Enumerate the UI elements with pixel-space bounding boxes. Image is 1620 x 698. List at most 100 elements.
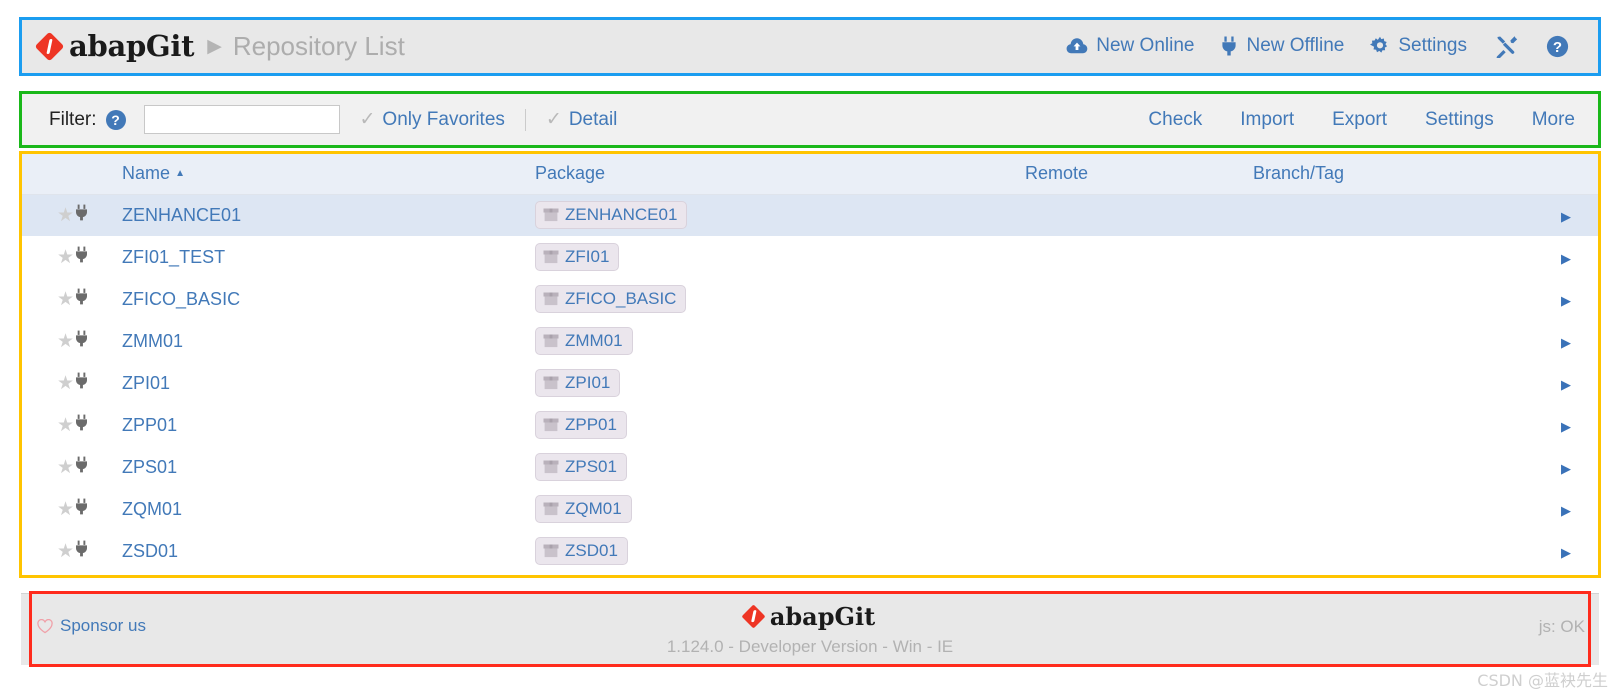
chevron-right-icon[interactable]: ▶ — [1561, 251, 1571, 266]
go-cell[interactable]: ▶ — [1553, 194, 1599, 236]
go-cell[interactable]: ▶ — [1553, 488, 1599, 530]
repo-name-cell[interactable]: ZPS01 — [112, 446, 535, 488]
go-cell[interactable]: ▶ — [1553, 530, 1599, 572]
package-cell[interactable]: ZFICO_BASIC — [535, 278, 1025, 320]
star-icon[interactable]: ★ — [57, 541, 74, 562]
package-cell[interactable]: ZENHANCE01 — [535, 194, 1025, 236]
column-package[interactable]: Package — [535, 153, 1025, 195]
table-row[interactable]: ★ ZFICO_BASIC ZFICO_BASIC ▶ — [21, 278, 1599, 320]
chevron-right-icon[interactable]: ▶ — [1561, 293, 1571, 308]
star-icon[interactable]: ★ — [57, 415, 74, 436]
go-cell[interactable]: ▶ — [1553, 320, 1599, 362]
new-online-button[interactable]: New Online — [1053, 35, 1207, 57]
go-cell[interactable]: ▶ — [1553, 236, 1599, 278]
repo-name-cell[interactable]: ZPP01 — [112, 404, 535, 446]
repo-name-cell[interactable]: ZMM01 — [112, 320, 535, 362]
package-badge[interactable]: ZPI01 — [535, 369, 621, 397]
table-row[interactable]: ★ ZENHANCE01 ZENHANCE01 ▶ — [21, 194, 1599, 236]
repo-name-link[interactable]: ZFICO_BASIC — [122, 289, 240, 309]
repo-name-cell[interactable]: ZSD01 — [112, 530, 535, 572]
settings-button[interactable]: Settings — [1406, 109, 1513, 131]
favorite-cell[interactable]: ★ — [21, 320, 74, 362]
package-cell[interactable]: ZPP01 — [535, 404, 1025, 446]
chevron-right-icon[interactable]: ▶ — [1561, 545, 1571, 560]
tools-button[interactable] — [1480, 34, 1532, 59]
table-row[interactable]: ★ ZQM01 ZQM01 ▶ — [21, 488, 1599, 530]
table-row[interactable]: ★ ZPS01 ZPS01 ▶ — [21, 446, 1599, 488]
new-offline-button[interactable]: New Offline — [1207, 35, 1357, 57]
column-branch-tag[interactable]: Branch/Tag — [1253, 153, 1553, 195]
package-badge[interactable]: ZQM01 — [535, 495, 632, 523]
filter-help-icon[interactable]: ? — [105, 109, 126, 130]
package-badge[interactable]: ZMM01 — [535, 327, 633, 355]
import-button[interactable]: Import — [1221, 109, 1313, 131]
more-button[interactable]: More — [1513, 109, 1583, 131]
repo-name-link[interactable]: ZPP01 — [122, 415, 177, 435]
check-button[interactable]: Check — [1129, 109, 1221, 131]
chevron-right-icon[interactable]: ▶ — [1561, 377, 1571, 392]
star-icon[interactable]: ★ — [57, 457, 74, 478]
package-cell[interactable]: ZPS01 — [535, 446, 1025, 488]
chevron-right-icon[interactable]: ▶ — [1561, 209, 1571, 224]
table-row[interactable]: ★ ZPP01 ZPP01 ▶ — [21, 404, 1599, 446]
package-cell[interactable]: ZFI01 — [535, 236, 1025, 278]
star-icon[interactable]: ★ — [57, 205, 74, 226]
repo-name-cell[interactable]: ZFI01_TEST — [112, 236, 535, 278]
package-badge[interactable]: ZFI01 — [535, 243, 620, 271]
repo-name-link[interactable]: ZPI01 — [122, 373, 170, 393]
package-cell[interactable]: ZSD01 — [535, 530, 1025, 572]
package-cell[interactable]: ZQM01 — [535, 488, 1025, 530]
header-settings-button[interactable]: Settings — [1357, 35, 1480, 57]
export-button[interactable]: Export — [1313, 109, 1406, 131]
package-badge[interactable]: ZPS01 — [535, 453, 627, 481]
star-icon[interactable]: ★ — [57, 331, 74, 352]
app-brand[interactable]: abapGit — [34, 29, 195, 63]
go-cell[interactable]: ▶ — [1553, 278, 1599, 320]
chevron-right-icon[interactable]: ▶ — [1561, 503, 1571, 518]
go-cell[interactable]: ▶ — [1553, 362, 1599, 404]
favorite-cell[interactable]: ★ — [21, 530, 74, 572]
help-button[interactable]: ? — [1532, 35, 1583, 58]
favorite-cell[interactable]: ★ — [21, 278, 74, 320]
go-cell[interactable]: ▶ — [1553, 446, 1599, 488]
chevron-right-icon[interactable]: ▶ — [1561, 335, 1571, 350]
package-badge[interactable]: ZFICO_BASIC — [535, 285, 687, 313]
package-cell[interactable]: ZPI01 — [535, 362, 1025, 404]
star-icon[interactable]: ★ — [57, 289, 74, 310]
filter-input[interactable] — [143, 105, 340, 134]
package-badge[interactable]: ZPP01 — [535, 411, 627, 439]
only-favorites-toggle[interactable]: ✓ Only Favorites — [360, 109, 505, 131]
column-name[interactable]: Name ▲ — [112, 153, 535, 195]
package-cell[interactable]: ZMM01 — [535, 320, 1025, 362]
chevron-right-icon[interactable]: ▶ — [1561, 461, 1571, 476]
detail-toggle[interactable]: ✓ Detail — [546, 109, 618, 131]
repo-name-cell[interactable]: ZFICO_BASIC — [112, 278, 535, 320]
favorite-cell[interactable]: ★ — [21, 236, 74, 278]
favorite-cell[interactable]: ★ — [21, 404, 74, 446]
favorite-cell[interactable]: ★ — [21, 194, 75, 236]
star-icon[interactable]: ★ — [57, 247, 74, 268]
favorite-cell[interactable]: ★ — [21, 362, 74, 404]
repo-name-link[interactable]: ZFI01_TEST — [122, 247, 225, 267]
chevron-right-icon[interactable]: ▶ — [1561, 419, 1571, 434]
repo-name-cell[interactable]: ZQM01 — [112, 488, 535, 530]
go-cell[interactable]: ▶ — [1553, 404, 1599, 446]
favorite-cell[interactable]: ★ — [21, 488, 74, 530]
repo-name-link[interactable]: ZSD01 — [122, 541, 178, 561]
repo-name-link[interactable]: ZPS01 — [122, 457, 177, 477]
star-icon[interactable]: ★ — [57, 499, 74, 520]
repo-name-link[interactable]: ZENHANCE01 — [122, 205, 241, 225]
table-row[interactable]: ★ ZFI01_TEST ZFI01 ▶ — [21, 236, 1599, 278]
package-badge[interactable]: ZSD01 — [535, 537, 628, 565]
column-remote[interactable]: Remote — [1025, 153, 1253, 195]
repo-name-cell[interactable]: ZPI01 — [112, 362, 535, 404]
repo-name-link[interactable]: ZMM01 — [122, 331, 183, 351]
star-icon[interactable]: ★ — [57, 373, 74, 394]
table-row[interactable]: ★ ZSD01 ZSD01 ▶ — [21, 530, 1599, 572]
repo-name-cell[interactable]: ZENHANCE01 — [112, 194, 535, 236]
favorite-cell[interactable]: ★ — [21, 446, 74, 488]
table-row[interactable]: ★ ZMM01 ZMM01 ▶ — [21, 320, 1599, 362]
package-badge[interactable]: ZENHANCE01 — [535, 201, 688, 230]
repo-name-link[interactable]: ZQM01 — [122, 499, 182, 519]
table-row[interactable]: ★ ZPI01 ZPI01 ▶ — [21, 362, 1599, 404]
